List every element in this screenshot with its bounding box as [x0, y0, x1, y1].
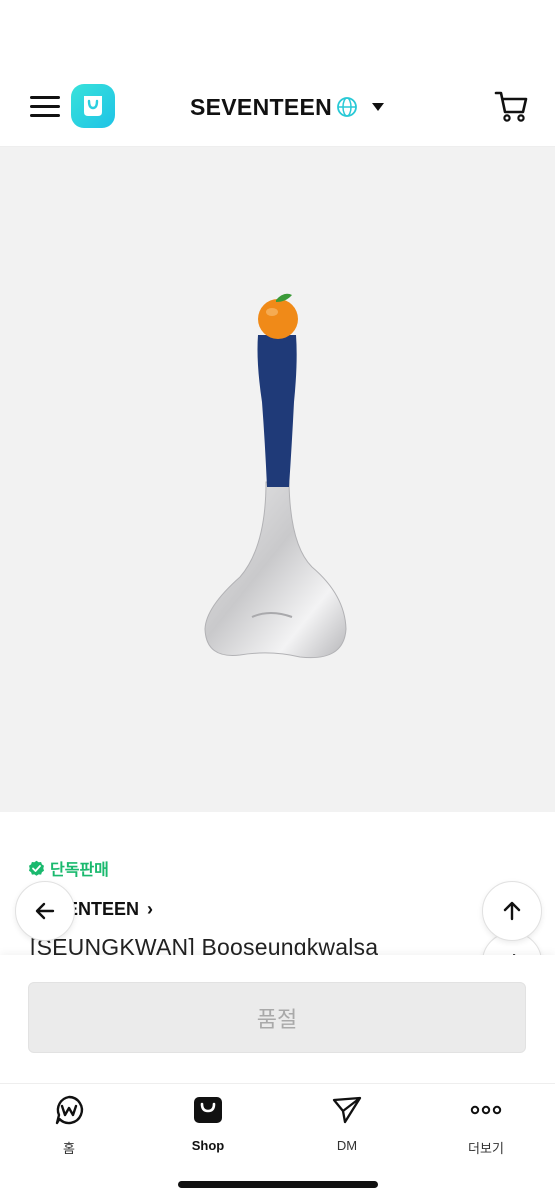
nav-shop-label: Shop [191, 1138, 225, 1153]
artist-name: SEVENTEEN [190, 93, 333, 120]
nav-dm-label: DM [336, 1138, 358, 1153]
back-button[interactable] [15, 881, 75, 941]
home-indicator [178, 1181, 378, 1188]
artist-selector[interactable]: SEVENTEEN [190, 92, 385, 122]
purchase-panel: 품절 [0, 955, 555, 1083]
nav-home[interactable]: 홈 [19, 1094, 119, 1156]
nav-home-label: 홈 [63, 1141, 75, 1156]
cart-icon[interactable] [494, 88, 530, 124]
nav-shop[interactable]: Shop [158, 1094, 258, 1154]
arrow-up-icon [503, 901, 521, 921]
verified-check-icon [29, 860, 44, 876]
product-title: [SEUNGKWAN] Booseungkwalsa [30, 934, 379, 956]
chevron-down-icon [372, 103, 385, 111]
more-dots-icon [470, 1105, 502, 1115]
shop-bag-icon [194, 1097, 222, 1123]
send-icon [332, 1096, 362, 1124]
status-bar [0, 0, 555, 70]
scroll-top-button[interactable] [482, 881, 542, 941]
top-header: SEVENTEEN [0, 70, 555, 147]
nav-dm[interactable]: DM [297, 1094, 397, 1154]
chevron-right-icon: › [147, 899, 154, 919]
weverse-home-icon [55, 1095, 84, 1125]
arrow-left-icon [35, 902, 55, 920]
nav-more[interactable]: 더보기 [436, 1094, 536, 1156]
globe-icon [337, 97, 357, 117]
exclusive-label: 단독판매 [50, 862, 109, 879]
soldout-button[interactable]: 품절 [28, 982, 526, 1053]
product-image[interactable] [0, 147, 555, 812]
menu-icon[interactable] [30, 94, 62, 118]
weverse-shop-logo[interactable] [71, 84, 115, 128]
exclusive-badge: 단독판매 [28, 856, 109, 880]
nav-more-label: 더보기 [468, 1141, 504, 1156]
spoon-image [204, 293, 347, 659]
